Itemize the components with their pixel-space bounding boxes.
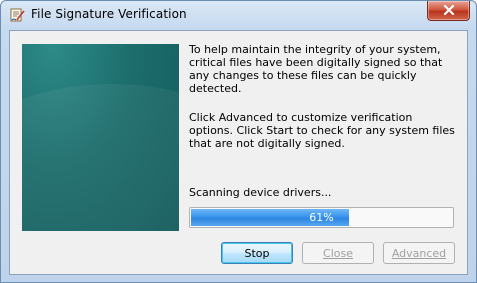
status-text: Scanning device drivers... [189, 186, 332, 199]
signature-verification-icon [9, 7, 25, 23]
file-signature-verification-window: File Signature Verification To help main… [0, 0, 477, 283]
advanced-button-label: Advanced [391, 246, 447, 260]
close-icon [443, 4, 455, 18]
progress-label: 61% [309, 211, 334, 224]
intro-text: To help maintain the integrity of your s… [189, 43, 443, 95]
title-bar[interactable]: File Signature Verification [1, 1, 476, 29]
progress-bar: 61% [189, 207, 454, 228]
decorative-side-panel [22, 44, 179, 231]
dialog-client-area: To help maintain the integrity of your s… [9, 30, 468, 275]
advanced-button[interactable]: Advanced [383, 242, 455, 264]
advanced-info-text: Click Advanced to customize verification… [189, 111, 455, 150]
stop-button[interactable]: Stop [221, 242, 293, 264]
stop-button-label: Stop [244, 246, 270, 260]
close-button-label: Close [323, 246, 353, 260]
close-button[interactable]: Close [302, 242, 374, 264]
window-title: File Signature Verification [31, 7, 187, 21]
close-window-button[interactable] [427, 1, 470, 21]
panel-sweep-decoration [22, 84, 179, 231]
